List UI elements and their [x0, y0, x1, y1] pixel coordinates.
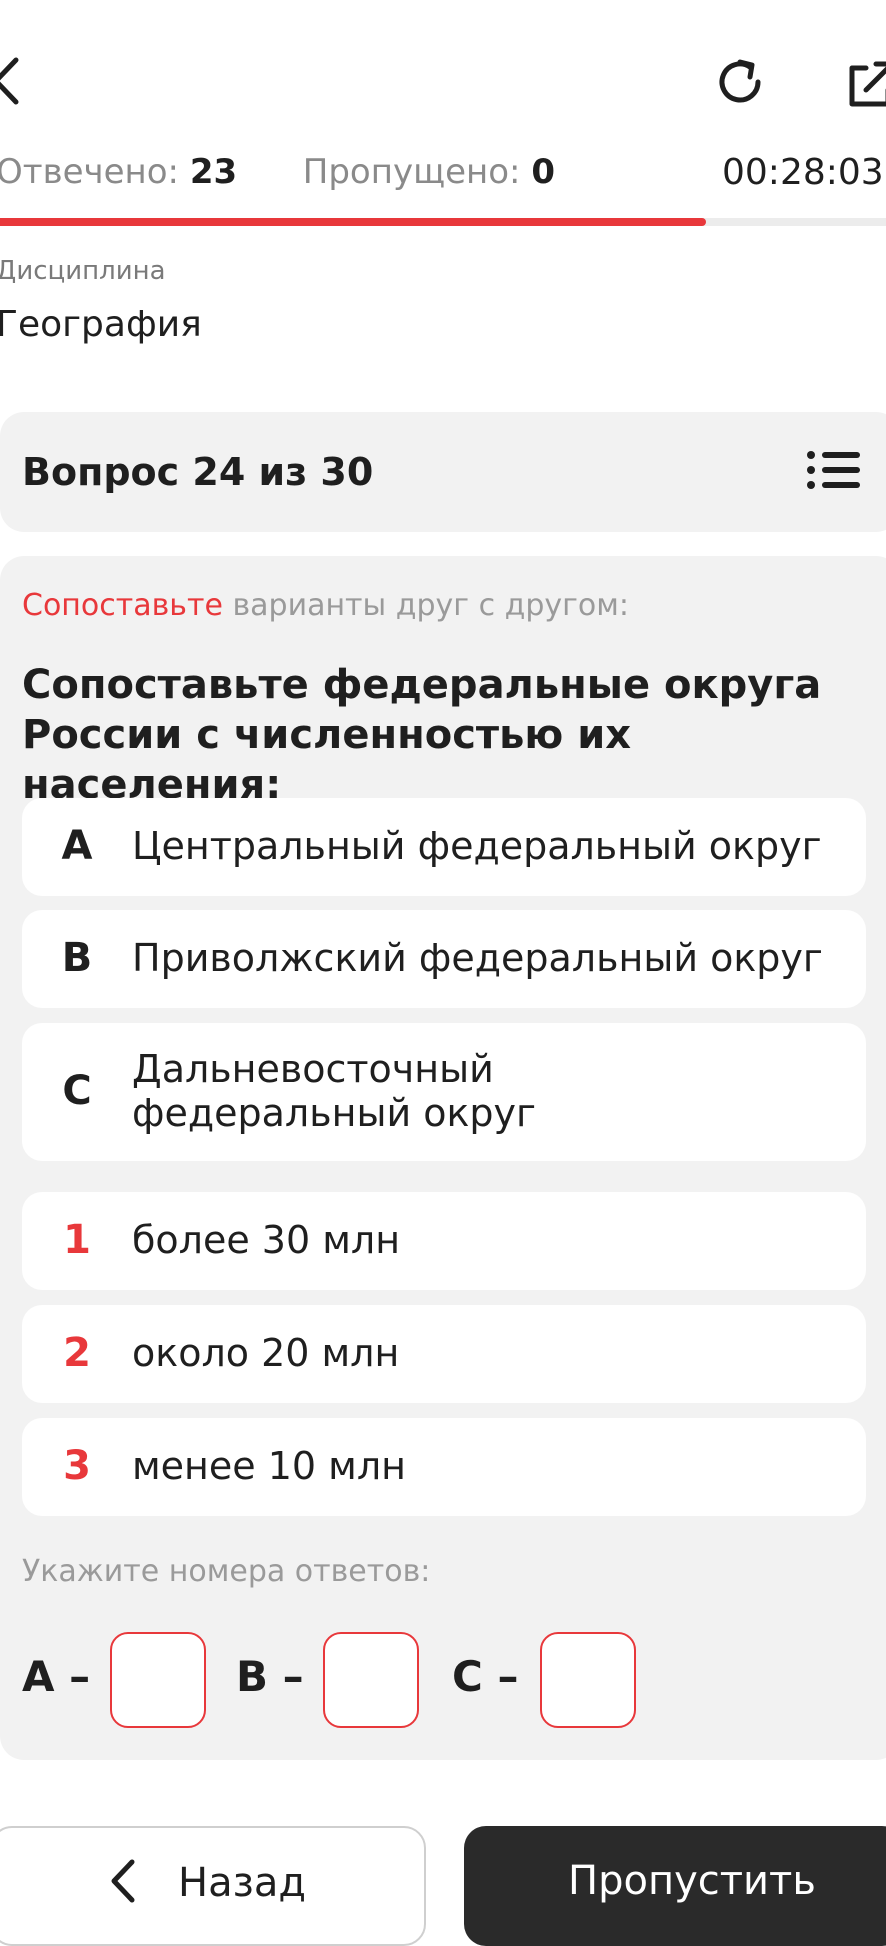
option-text: Дальневосточный федеральный округ — [132, 1047, 537, 1135]
answer-label-c: C – — [452, 1652, 519, 1701]
chevron-left-icon — [111, 1859, 135, 1903]
answer-label-b: B – — [236, 1652, 304, 1701]
option-text: около 20 млн — [132, 1331, 400, 1375]
skipped-count: 0 — [531, 152, 555, 192]
discipline-label: Дисциплина — [0, 256, 166, 286]
question-number-title: Вопрос 24 из 30 — [22, 450, 374, 494]
back-arrow-icon[interactable] — [0, 56, 26, 106]
option-text: более 30 млн — [132, 1218, 401, 1262]
answer-input-a[interactable] — [110, 1632, 206, 1728]
option-key: B — [61, 935, 93, 981]
back-button[interactable]: Назад — [0, 1826, 426, 1946]
option-text: Приволжский федеральный округ — [132, 936, 823, 980]
answer-input-c[interactable] — [540, 1632, 636, 1728]
instruction-rest: варианты друг с другом: — [222, 588, 630, 623]
back-button-label: Назад — [178, 1860, 307, 1906]
option-text: Центральный федеральный округ — [132, 824, 822, 868]
answer-label-a: A – — [22, 1652, 91, 1701]
instruction-text: Сопоставьте варианты друг с другом: — [22, 588, 629, 623]
discipline-value: География — [0, 304, 202, 345]
option-b: B Приволжский федеральный округ — [22, 910, 866, 1008]
skip-button[interactable]: Пропустить — [464, 1826, 886, 1946]
option-key: 2 — [63, 1330, 91, 1376]
answer-input-b[interactable] — [323, 1632, 419, 1728]
question-list-icon[interactable] — [806, 450, 862, 490]
answered-count: 23 — [189, 152, 238, 192]
skip-button-label: Пропустить — [568, 1858, 816, 1904]
option-3: 3 менее 10 млн — [22, 1418, 866, 1516]
option-key: C — [62, 1068, 92, 1114]
instruction-highlight: Сопоставьте — [22, 588, 223, 623]
question-text: Сопоставьте федеральные округа России с … — [22, 662, 822, 808]
option-2: 2 около 20 млн — [22, 1305, 866, 1403]
option-a: A Центральный федеральный округ — [22, 798, 866, 896]
answered-label: Отвечено: — [0, 152, 180, 192]
option-1: 1 более 30 млн — [22, 1192, 866, 1290]
skipped-label: Пропущено: — [302, 152, 521, 192]
external-link-icon[interactable] — [846, 58, 886, 110]
option-text: менее 10 млн — [132, 1444, 406, 1488]
progress-bar-fill — [0, 218, 706, 226]
option-c: C Дальневосточный федеральный округ — [22, 1023, 866, 1161]
timer: 00:28:03 — [722, 152, 884, 193]
progress-bar — [0, 218, 886, 226]
option-key: 1 — [63, 1217, 91, 1263]
refresh-icon[interactable] — [710, 52, 770, 112]
option-key: A — [61, 823, 93, 869]
answered-skipped-stats: Отвечено: 23 Пропущено: 0 — [0, 152, 555, 192]
option-key: 3 — [63, 1443, 91, 1489]
answer-hint: Укажите номера ответов: — [22, 1554, 431, 1589]
